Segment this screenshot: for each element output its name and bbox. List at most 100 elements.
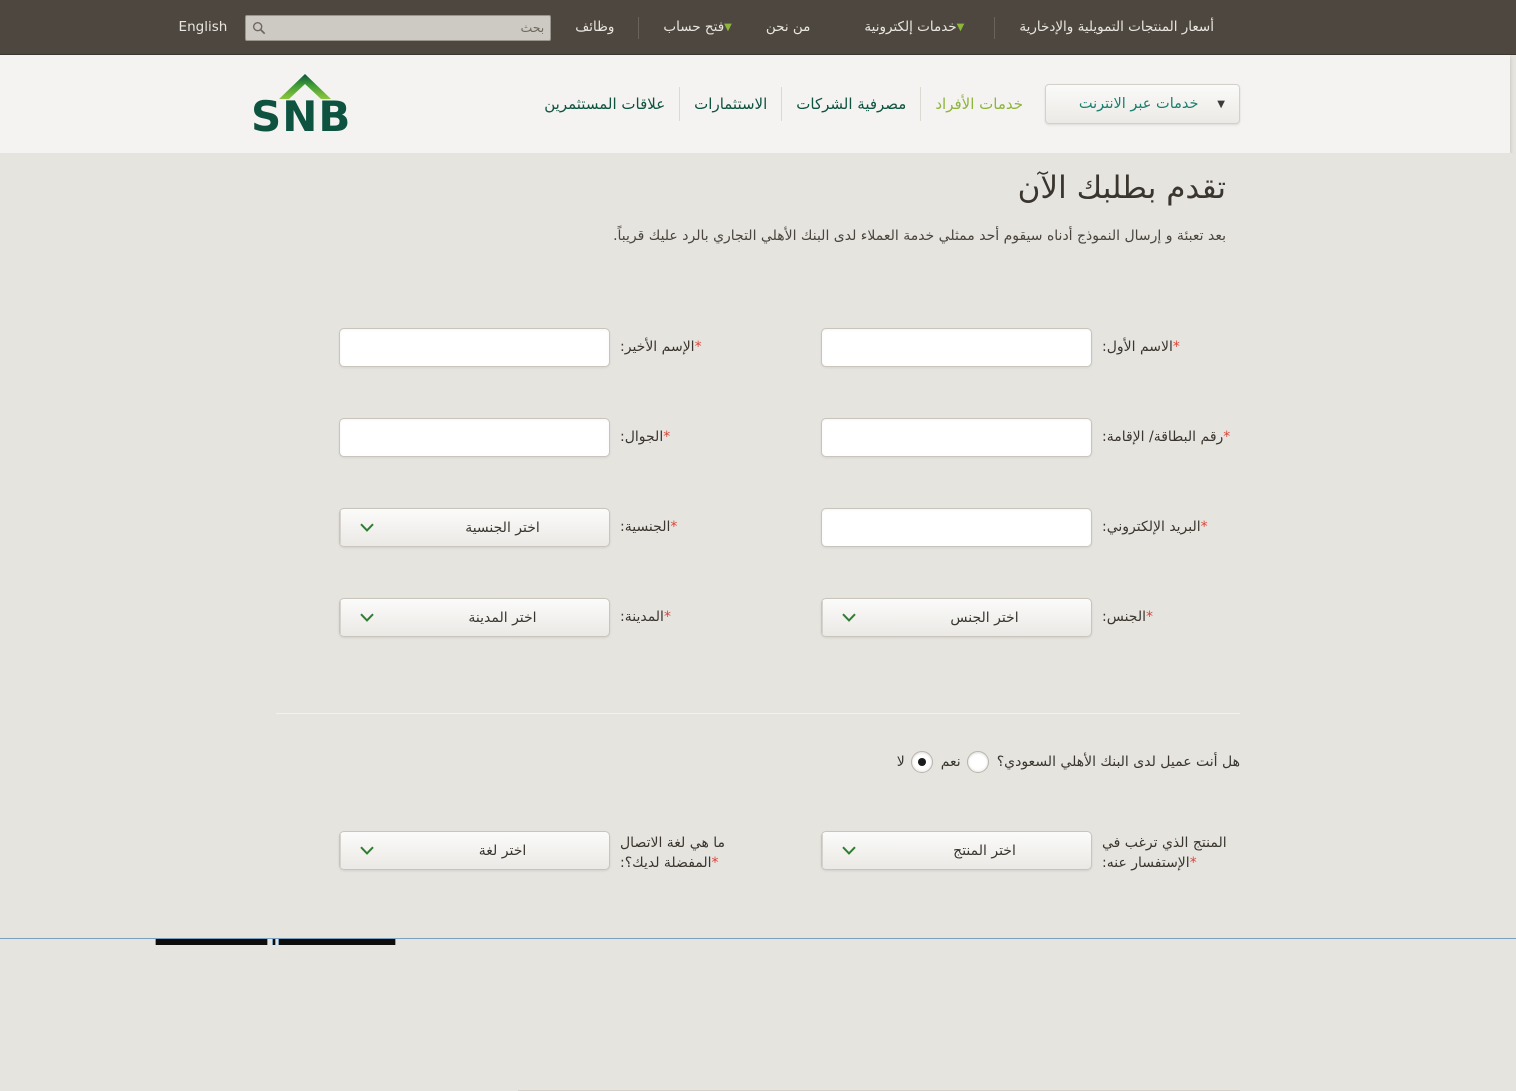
page-intro: تقدم بطلبك الآن بعد تعبئة و إرسال النموذ… xyxy=(0,153,1516,247)
field-label-gender: *الجنس: xyxy=(1092,598,1240,627)
radio-yes-indicator[interactable] xyxy=(967,751,989,773)
field-label-product-line1: المنتج الذي ترغب في xyxy=(1102,833,1240,853)
required-marker: * xyxy=(1201,519,1208,535)
chevron-down-icon xyxy=(340,599,392,636)
field-label-mobile-text: الجوال: xyxy=(620,429,663,445)
bottom-cutoff-strip xyxy=(0,938,1516,945)
field-label-product-line2: الإستفسار عنه: xyxy=(1102,855,1190,871)
field-label-language-line2-wrap: *المفضلة لديك؟: xyxy=(620,853,758,873)
radio-option-yes-label: نعم xyxy=(941,754,961,770)
form-row: *رقم البطاقة/ الإقامة: *الجوال: xyxy=(276,418,1240,508)
bottom-cutoff-chip xyxy=(272,939,276,945)
top-utility-bar: أسعار المنتجات التمويلية والإدخارية ▼خدم… xyxy=(0,0,1516,55)
required-marker: * xyxy=(1173,339,1180,355)
field-label-gender-text: الجنس: xyxy=(1102,609,1146,625)
section-divider xyxy=(276,713,1240,714)
page-title: تقدم بطلبك الآن xyxy=(276,153,1226,210)
preferred-language-select[interactable]: اختر لغة xyxy=(339,831,610,870)
field-label-preferred-language: ما هي لغة الاتصال *المفضلة لديك؟: xyxy=(610,831,758,874)
field-nationality: *الجنسية: اختر الجنسية xyxy=(276,508,758,547)
topbar-link-careers[interactable]: وظائف xyxy=(561,0,628,55)
logo-text: SNB xyxy=(251,92,351,141)
gender-select[interactable]: اختر الجنس xyxy=(821,598,1092,637)
required-marker: * xyxy=(670,519,677,535)
topbar-divider xyxy=(994,17,995,39)
nav-divider xyxy=(781,87,782,121)
city-select[interactable]: اختر المدينة xyxy=(339,598,610,637)
field-first-name: *الاسم الأول: xyxy=(758,328,1240,367)
field-email: *البريد الإلكتروني: xyxy=(758,508,1240,547)
product-select-value: اختر المنتج xyxy=(874,843,1091,859)
field-label-product: المنتج الذي ترغب في *الإستفسار عنه: xyxy=(1092,831,1240,874)
radio-no-indicator[interactable] xyxy=(911,751,933,773)
nationality-select[interactable]: اختر الجنسية xyxy=(339,508,610,547)
nav-item-personal-services[interactable]: خدمات الأفراد xyxy=(921,87,1037,121)
page-body: تقدم بطلبك الآن بعد تعبئة و إرسال النموذ… xyxy=(0,153,1516,945)
nav-divider xyxy=(679,87,680,121)
required-marker: * xyxy=(1146,609,1153,625)
field-label-email: *البريد الإلكتروني: xyxy=(1092,508,1240,537)
email-input[interactable] xyxy=(821,508,1092,547)
field-gender: *الجنس: اختر الجنس xyxy=(758,598,1240,637)
existing-customer-question: هل أنت عميل لدى البنك الأهلي السعودي؟ xyxy=(997,754,1240,770)
search-box[interactable] xyxy=(245,15,551,41)
main-navigation: ▼ خدمات عبر الانترنت خدمات الأفراد مصرفي… xyxy=(530,55,1240,153)
application-form-bottom: المنتج الذي ترغب في *الإستفسار عنه: اختر… xyxy=(0,831,1516,921)
form-row: *البريد الإلكتروني: *الجنسية: اختر الجنس… xyxy=(276,508,1240,598)
existing-customer-question-row: هل أنت عميل لدى البنك الأهلي السعودي؟ نع… xyxy=(276,751,1240,773)
required-marker: * xyxy=(1223,429,1230,445)
field-last-name: *الإسم الأخير: xyxy=(276,328,758,367)
chevron-down-icon: ▼ xyxy=(724,0,732,55)
field-label-city: *المدينة: xyxy=(610,598,758,627)
mobile-input[interactable] xyxy=(339,418,610,457)
required-marker: * xyxy=(663,429,670,445)
field-label-last-name-text: الإسم الأخير: xyxy=(620,339,695,355)
city-select-value: اختر المدينة xyxy=(392,610,609,626)
page-subtitle: بعد تعبئة و إرسال النموذج أدناه سيقوم أح… xyxy=(276,226,1226,247)
topbar-link-open-account[interactable]: ▼فتح حساب xyxy=(649,0,751,56)
field-label-email-text: البريد الإلكتروني: xyxy=(1102,519,1201,535)
id-number-input[interactable] xyxy=(821,418,1092,457)
radio-option-yes[interactable]: نعم xyxy=(941,751,989,773)
required-marker: * xyxy=(1190,855,1197,871)
product-select[interactable]: اختر المنتج xyxy=(821,831,1092,870)
form-row: المنتج الذي ترغب في *الإستفسار عنه: اختر… xyxy=(276,831,1240,921)
required-marker: * xyxy=(664,609,671,625)
last-name-input[interactable] xyxy=(339,328,610,367)
preferred-language-select-value: اختر لغة xyxy=(392,843,609,859)
field-label-nationality-text: الجنسية: xyxy=(620,519,670,535)
field-mobile: *الجوال: xyxy=(276,418,758,457)
radio-option-no[interactable]: لا xyxy=(897,751,933,773)
topbar-link-about-us[interactable]: من نحن xyxy=(752,0,825,55)
field-label-last-name: *الإسم الأخير: xyxy=(610,328,758,357)
topbar-divider xyxy=(638,17,639,39)
nationality-select-value: اختر الجنسية xyxy=(392,520,609,536)
search-input[interactable] xyxy=(246,16,550,40)
field-label-nationality: *الجنسية: xyxy=(610,508,758,537)
nav-item-investments[interactable]: الاستثمارات xyxy=(680,87,781,121)
first-name-input[interactable] xyxy=(821,328,1092,367)
topbar-link-open-account-label: فتح حساب xyxy=(663,19,724,35)
field-label-product-line2-wrap: *الإستفسار عنه: xyxy=(1102,853,1240,873)
field-label-first-name: *الاسم الأول: xyxy=(1092,328,1240,357)
topbar-link-product-rates[interactable]: أسعار المنتجات التمويلية والإدخارية xyxy=(1005,0,1228,55)
radio-option-no-label: لا xyxy=(897,754,905,770)
topbar-link-eservices[interactable]: ▼خدمات إلكترونية xyxy=(850,0,984,56)
form-row: *الاسم الأول: *الإسم الأخير: xyxy=(276,328,1240,418)
bottom-cutoff-chip xyxy=(278,939,396,945)
application-form: *الاسم الأول: *الإسم الأخير: *رقم البطاق… xyxy=(0,328,1516,688)
nav-item-corporate-banking[interactable]: مصرفية الشركات xyxy=(782,87,920,121)
snb-logo[interactable]: SNB xyxy=(245,73,385,139)
nav-item-investor-relations[interactable]: علاقات المستثمرين xyxy=(530,87,679,121)
required-marker: * xyxy=(712,855,719,871)
field-id-number: *رقم البطاقة/ الإقامة: xyxy=(758,418,1240,457)
language-toggle-english[interactable]: English xyxy=(171,0,236,55)
field-label-mobile: *الجوال: xyxy=(610,418,758,447)
chevron-down-icon: ▼ xyxy=(1217,99,1225,110)
field-label-first-name-text: الاسم الأول: xyxy=(1102,339,1173,355)
field-label-city-text: المدينة: xyxy=(620,609,664,625)
top-utility-bar-inner: أسعار المنتجات التمويلية والإدخارية ▼خدم… xyxy=(0,0,1516,55)
bottom-cutoff-chip xyxy=(155,939,268,945)
field-label-language-line1: ما هي لغة الاتصال xyxy=(620,833,758,853)
online-services-button[interactable]: ▼ خدمات عبر الانترنت xyxy=(1045,84,1240,124)
